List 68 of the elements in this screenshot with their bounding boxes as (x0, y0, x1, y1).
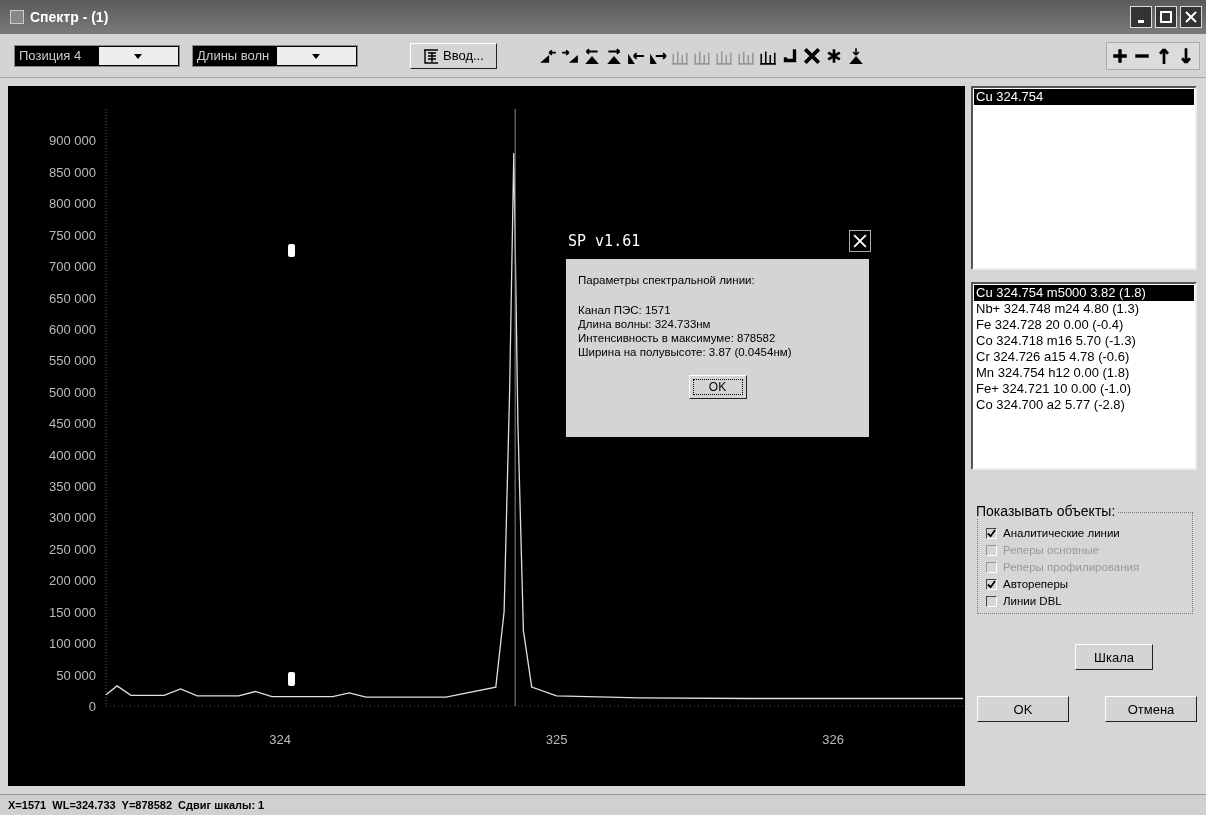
grid-icon (423, 47, 439, 64)
input-button[interactable]: Ввод... (410, 42, 497, 69)
caret-icon (134, 51, 143, 60)
line-marker-icon (288, 672, 295, 686)
y-tick-label: 100 000 (49, 636, 96, 652)
parameter-text: Канал ПЭС: 1571 (578, 303, 672, 317)
y-tick-label: 400 000 (49, 447, 96, 463)
maximize-icon (1160, 11, 1172, 23)
y-tick-label: 450 000 (49, 416, 96, 432)
y-tick-label: 500 000 (49, 384, 96, 400)
status-text: X=1571 WL=324.733 Y=878582 Сдвиг шкалы: 1 (8, 799, 265, 811)
list-item[interactable]: Cu 324.754 (974, 89, 1194, 105)
group-title: Показывать объекты: (976, 503, 1118, 519)
parameter-text: Ширина на полувысоте: 3.87 (0.0454нм) (578, 345, 793, 359)
y-tick-label: 800 000 (49, 196, 96, 212)
list-item[interactable]: Co 324.700 a2 5.77 (-2.8) (974, 397, 1194, 413)
checkbox-label: Реперы основные (1003, 544, 1100, 556)
y-tick-label: 50 000 (56, 667, 96, 683)
line-marker-icon (288, 244, 295, 257)
minimize-button[interactable] (1130, 6, 1152, 28)
cancel-button[interactable]: Отмена (1105, 696, 1197, 722)
y-tick-label: 750 000 (49, 227, 96, 243)
parameter-text: Длина волны: 324.733нм (578, 317, 712, 331)
caret-icon (312, 51, 321, 60)
checkbox[interactable] (986, 527, 997, 539)
ok-button[interactable]: OK (688, 375, 747, 399)
checkbox[interactable] (986, 595, 997, 607)
y-tick-label: 850 000 (49, 164, 96, 180)
y-tick-label: 900 000 (49, 133, 96, 149)
window-title: Спектр - (1) (30, 9, 109, 25)
y-tick-label: 300 000 (49, 510, 96, 526)
dialog-heading: Параметры спектральной линии: (578, 273, 756, 287)
minimize-icon (1138, 19, 1144, 23)
window-icon (10, 10, 24, 24)
close-icon (1185, 11, 1197, 23)
dialog-title: SP v1.61 (568, 232, 642, 250)
y-tick-label: 250 000 (49, 541, 96, 557)
list-item[interactable]: Cr 324.726 a15 4.78 (-0.6) (974, 349, 1194, 365)
list-item[interactable]: Cu 324.754 m5000 3.82 (1.8) (974, 285, 1194, 301)
list-item[interactable]: Co 324.718 m16 5.70 (-1.3) (974, 333, 1194, 349)
y-tick-label: 650 000 (49, 290, 96, 306)
x-tick-label: 325 (545, 732, 568, 747)
close-icon (853, 234, 867, 248)
list-item[interactable]: Nb+ 324.748 m24 4.80 (1.3) (974, 301, 1194, 317)
x-tick-label: 326 (822, 732, 844, 747)
y-tick-label: 600 000 (49, 321, 96, 337)
ok-button[interactable]: OK (977, 696, 1069, 722)
checkbox-label: Автореперы (1003, 578, 1069, 590)
y-tick-label: 550 000 (49, 353, 96, 369)
checkbox[interactable] (986, 578, 997, 590)
scale-button[interactable]: Шкала (1075, 644, 1153, 670)
close-button[interactable] (849, 230, 871, 252)
list-item[interactable]: Mn 324.754 h12 0.00 (1.8) (974, 365, 1194, 381)
y-tick-label: 200 000 (49, 573, 96, 589)
list-item[interactable]: Fe 324.728 20 0.00 (-0.4) (974, 317, 1194, 333)
checkbox-label: Аналитические линии (1003, 527, 1120, 539)
list-item[interactable]: Fe+ 324.721 10 0.00 (-1.0) (974, 381, 1194, 397)
checkbox-label: Линии DBL (1003, 595, 1062, 607)
y-tick-label: 0 (88, 699, 96, 714)
position-dropdown[interactable]: Позиция 4 (14, 44, 180, 67)
y-tick-label: 350 000 (49, 479, 96, 495)
x-tick-label: 324 (269, 732, 291, 747)
y-tick-label: 150 000 (49, 604, 96, 620)
maximize-button[interactable] (1155, 6, 1177, 28)
mode-dropdown[interactable]: Длины волн (192, 44, 358, 67)
checkbox-label: Реперы профилирования (1003, 561, 1140, 573)
parameter-text: Интенсивность в максимуме: 878582 (578, 331, 777, 345)
y-tick-label: 700 000 (49, 259, 96, 275)
